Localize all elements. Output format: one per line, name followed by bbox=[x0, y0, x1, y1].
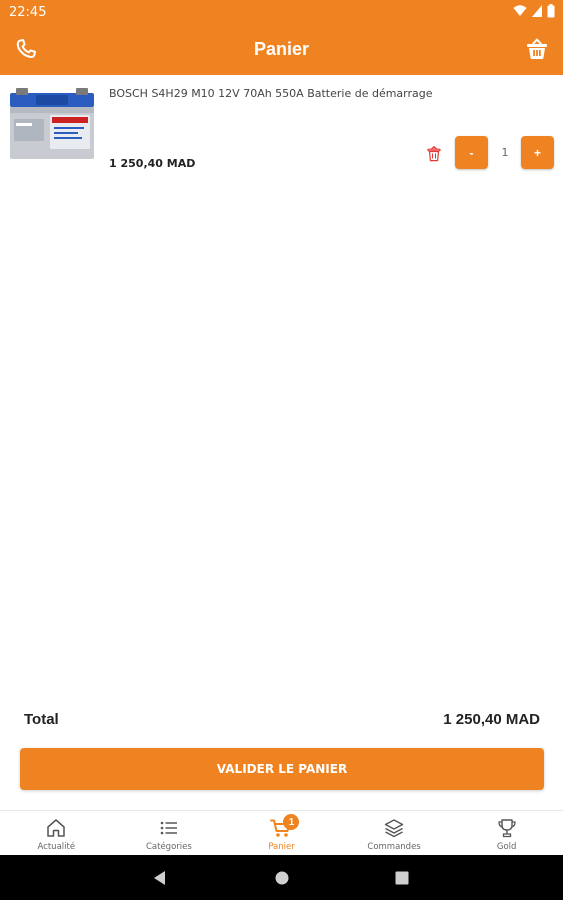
bottom-navigation: Actualité Catégories 1 Panier Commandes bbox=[0, 810, 563, 855]
status-bar: 22:45 bbox=[0, 0, 563, 24]
total-row: Total 1 250,40 MAD bbox=[24, 708, 540, 730]
empty-cart-basket-icon[interactable] bbox=[525, 37, 549, 61]
nav-label-commandes: Commandes bbox=[367, 842, 421, 852]
quantity-decrease-button[interactable]: - bbox=[455, 136, 488, 169]
validate-cart-button[interactable]: VALIDER LE PANIER bbox=[20, 748, 544, 790]
battery-icon bbox=[547, 4, 555, 18]
status-time: 22:45 bbox=[9, 5, 47, 20]
wifi-icon bbox=[513, 5, 527, 16]
nav-label-panier: Panier bbox=[268, 842, 295, 852]
home-icon bbox=[47, 819, 66, 837]
cart-icon-wrapper: 1 bbox=[270, 814, 300, 839]
page-title: Panier bbox=[253, 39, 310, 59]
nav-label-gold: Gold bbox=[496, 842, 517, 852]
back-icon[interactable] bbox=[153, 870, 167, 886]
product-name[interactable]: BOSCH S4H29 M10 12V 70Ah 550A Batterie d… bbox=[109, 87, 433, 100]
nav-item-categories[interactable]: Catégories bbox=[113, 811, 226, 855]
layers-icon bbox=[384, 819, 404, 838]
car-battery-image[interactable] bbox=[6, 85, 98, 163]
nav-label-categories: Catégories bbox=[145, 842, 192, 852]
total-value: 1 250,40 MAD bbox=[443, 710, 540, 728]
quantity-value: 1 bbox=[501, 146, 509, 159]
nav-item-panier[interactable]: 1 Panier bbox=[225, 811, 338, 855]
app-bar: Panier bbox=[0, 24, 563, 75]
total-label: Total bbox=[24, 710, 59, 728]
cart-item: BOSCH S4H29 M10 12V 70Ah 550A Batterie d… bbox=[0, 75, 563, 185]
cell-signal-icon bbox=[532, 5, 542, 17]
cart-count-badge: 1 bbox=[283, 814, 300, 830]
product-price: 1 250,40 MAD bbox=[109, 157, 196, 170]
nav-item-actualite[interactable]: Actualité bbox=[0, 811, 113, 855]
trophy-icon bbox=[498, 819, 516, 838]
system-navigation-bar bbox=[0, 855, 563, 900]
quantity-increase-button[interactable]: + bbox=[521, 136, 554, 169]
nav-item-commandes[interactable]: Commandes bbox=[338, 811, 451, 855]
nav-label-actualite: Actualité bbox=[37, 842, 76, 852]
delete-item-icon[interactable] bbox=[427, 146, 441, 162]
list-icon bbox=[160, 821, 177, 835]
recent-apps-icon[interactable] bbox=[395, 871, 409, 885]
status-icons bbox=[513, 4, 555, 18]
nav-item-gold[interactable]: Gold bbox=[450, 811, 563, 855]
home-button-icon[interactable] bbox=[274, 870, 290, 886]
